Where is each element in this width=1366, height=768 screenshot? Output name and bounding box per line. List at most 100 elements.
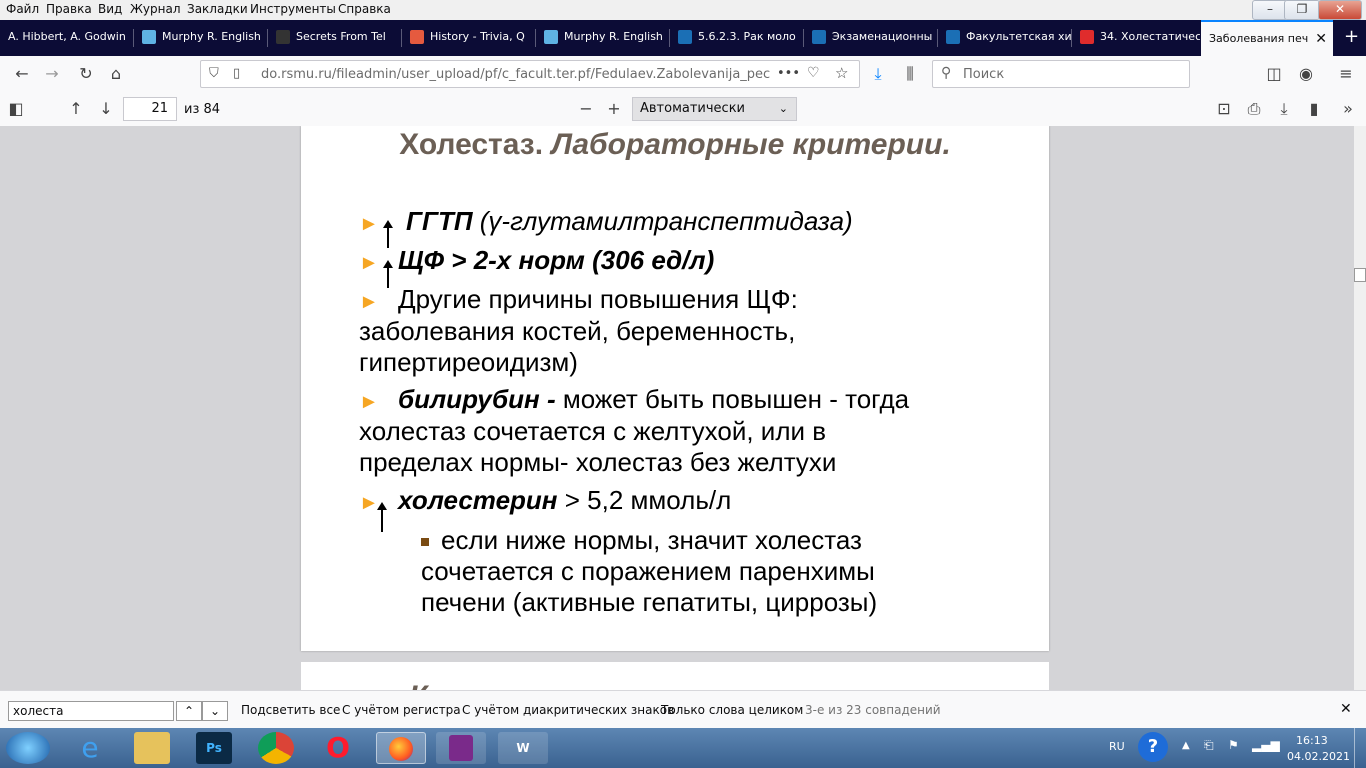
tray-device-icon[interactable]: ⎗ bbox=[1204, 738, 1214, 753]
save-icon[interactable]: ⤓ bbox=[1272, 97, 1296, 121]
zoom-value: Автоматически bbox=[640, 101, 746, 116]
site-icon bbox=[276, 30, 290, 44]
help-icon[interactable]: ? bbox=[1138, 732, 1168, 762]
zoom-in-icon[interactable]: + bbox=[602, 97, 626, 121]
other-causes-line3: гипертиреоидизм) bbox=[359, 347, 578, 377]
pdf-page: Холестаз. Лабораторные критерии. ► ГГТП … bbox=[301, 126, 1049, 651]
close-tab-icon[interactable]: ✕ bbox=[1315, 22, 1327, 56]
print-icon[interactable]: ⎙ bbox=[1242, 97, 1266, 121]
search-bar[interactable]: ⚲ Поиск bbox=[932, 60, 1190, 88]
whole-words-toggle[interactable]: Только слова целиком bbox=[661, 703, 803, 717]
nav-bar: ← → ↻ ⌂ ⛉ ▯ do.rsmu.ru/fileadmin/user_up… bbox=[0, 56, 1366, 93]
menu-bookmarks[interactable]: Закладки bbox=[187, 2, 248, 16]
up-arrow-icon bbox=[377, 502, 387, 532]
menu-view[interactable]: Вид bbox=[98, 2, 122, 16]
find-input[interactable]: холеста bbox=[8, 701, 174, 721]
match-diacritics-toggle[interactable]: С учётом диакритических знаков bbox=[462, 703, 674, 717]
sub-line2: сочетается с поражением паренхимы bbox=[421, 556, 875, 586]
account-icon[interactable]: ◉ bbox=[1294, 62, 1318, 86]
menu-help[interactable]: Справка bbox=[338, 2, 391, 16]
library-icon[interactable]: ⫼ bbox=[898, 62, 922, 86]
forward-icon[interactable]: → bbox=[40, 62, 64, 86]
bookmark-icon[interactable]: ▮ bbox=[1302, 97, 1326, 121]
tab-5[interactable]: Murphy R. English bbox=[536, 20, 669, 56]
presentation-icon[interactable]: ⊡ bbox=[1212, 97, 1236, 121]
tab-active[interactable]: Заболевания печ ✕ bbox=[1201, 20, 1333, 56]
language-indicator[interactable]: RU bbox=[1109, 740, 1125, 753]
cholesterol-label: холестерин bbox=[398, 485, 558, 515]
bookmark-star-icon[interactable]: ☆ bbox=[835, 64, 848, 82]
home-icon[interactable]: ⌂ bbox=[104, 62, 128, 86]
bullet-arrow-icon: ► bbox=[359, 213, 379, 235]
network-icon[interactable]: ▂▄▆ bbox=[1252, 738, 1280, 752]
bullet-ggtp: ► ГГТП (γ-глутамилтранспептидаза) bbox=[359, 206, 853, 240]
sidebar-icon[interactable]: ◫ bbox=[1262, 62, 1286, 86]
page-number-input[interactable]: 21 bbox=[123, 97, 177, 121]
word-icon[interactable]: W bbox=[498, 732, 548, 764]
highlight-all-toggle[interactable]: Подсветить все bbox=[241, 703, 340, 717]
menu-file[interactable]: Файл bbox=[6, 2, 39, 16]
tab-9[interactable]: 34. Холестатичес bbox=[1072, 20, 1200, 56]
match-case-toggle[interactable]: С учётом регистра bbox=[342, 703, 461, 717]
zoom-select[interactable]: Автоматически ⌄ bbox=[632, 97, 797, 121]
file-explorer-icon[interactable] bbox=[134, 732, 170, 764]
tab-7[interactable]: Экзаменационны bbox=[804, 20, 937, 56]
close-window-button[interactable]: ✕ bbox=[1318, 0, 1362, 20]
tab-3[interactable]: Secrets From Tel bbox=[268, 20, 401, 56]
maximize-button[interactable]: ❐ bbox=[1284, 0, 1320, 20]
find-next-button[interactable]: ⌄ bbox=[202, 701, 228, 721]
site-icon bbox=[812, 30, 826, 44]
firefox-icon[interactable] bbox=[376, 732, 426, 764]
alp-label: ЩФ bbox=[398, 245, 445, 275]
page-actions-icon[interactable]: ••• bbox=[777, 66, 800, 81]
next-slide-title: К bbox=[409, 680, 427, 690]
tab-label: A. Hibbert, A. Godwin bbox=[8, 30, 126, 43]
close-find-icon[interactable]: ✕ bbox=[1340, 701, 1352, 717]
show-desktop-button[interactable] bbox=[1354, 728, 1366, 768]
tray-flag-icon[interactable]: ⚑ bbox=[1228, 738, 1239, 752]
download-icon[interactable]: ⤓ bbox=[866, 62, 890, 86]
cholesterol-text: > 5,2 ммоль/л bbox=[564, 485, 732, 515]
new-tab-button[interactable]: + bbox=[1336, 20, 1366, 56]
site-icon bbox=[544, 30, 558, 44]
pdf-page-next: К bbox=[301, 662, 1049, 690]
menu-history[interactable]: Журнал bbox=[130, 2, 181, 16]
bullet-cholesterol: ► холестерин > 5,2 ммоль/л bbox=[359, 485, 731, 519]
pocket-icon[interactable]: ♡ bbox=[807, 65, 820, 81]
toggle-sidebar-icon[interactable]: ◧ bbox=[4, 97, 28, 121]
internet-explorer-icon[interactable]: e bbox=[72, 732, 108, 764]
reload-icon[interactable]: ↻ bbox=[74, 62, 98, 86]
tab-label: History - Trivia, Q bbox=[430, 30, 525, 43]
pdf-toolbar: ◧ ↑ ↓ 21 из 84 − + Автоматически ⌄ ⊡ ⎙ ⤓… bbox=[0, 92, 1366, 127]
tab-label: Murphy R. English bbox=[162, 30, 261, 43]
menu-tools[interactable]: Инструменты bbox=[250, 2, 336, 16]
tab-1[interactable]: A. Hibbert, A. Godwin bbox=[0, 20, 133, 56]
tray-expand-icon[interactable]: ▲ bbox=[1182, 740, 1190, 751]
next-page-icon[interactable]: ↓ bbox=[94, 97, 118, 121]
zoom-out-icon[interactable]: − bbox=[574, 97, 598, 121]
previous-page-icon[interactable]: ↑ bbox=[64, 97, 88, 121]
minimize-button[interactable]: – bbox=[1252, 0, 1288, 20]
tab-4[interactable]: History - Trivia, Q bbox=[402, 20, 535, 56]
tab-2[interactable]: Murphy R. English bbox=[134, 20, 267, 56]
tools-icon[interactable]: » bbox=[1336, 97, 1360, 121]
other-causes-line2: заболевания костей, беременность, bbox=[359, 316, 796, 346]
chrome-icon[interactable] bbox=[258, 732, 294, 764]
menu-icon[interactable]: ≡ bbox=[1334, 62, 1358, 86]
menu-edit[interactable]: Правка bbox=[46, 2, 92, 16]
back-icon[interactable]: ← bbox=[10, 62, 34, 86]
scrollbar-thumb[interactable] bbox=[1354, 268, 1366, 282]
start-button[interactable] bbox=[6, 732, 50, 764]
shield-icon[interactable]: ⛉ bbox=[209, 66, 219, 81]
tab-8[interactable]: Факультетская хи bbox=[938, 20, 1071, 56]
sub-bullet: если ниже нормы, значит холестаз bbox=[421, 525, 862, 556]
photoshop-icon[interactable]: Ps bbox=[196, 732, 232, 764]
pdf-app-icon[interactable] bbox=[436, 732, 486, 764]
page-icon[interactable]: ▯ bbox=[233, 66, 240, 81]
find-previous-button[interactable]: ⌃ bbox=[176, 701, 202, 721]
tab-6[interactable]: 5.6.2.3. Рак моло bbox=[670, 20, 803, 56]
opera-icon[interactable]: O bbox=[320, 732, 356, 764]
url-bar[interactable]: ⛉ ▯ do.rsmu.ru/fileadmin/user_upload/pf/… bbox=[200, 60, 860, 88]
scrollbar[interactable] bbox=[1354, 126, 1366, 690]
tab-label: Murphy R. English bbox=[564, 30, 663, 43]
